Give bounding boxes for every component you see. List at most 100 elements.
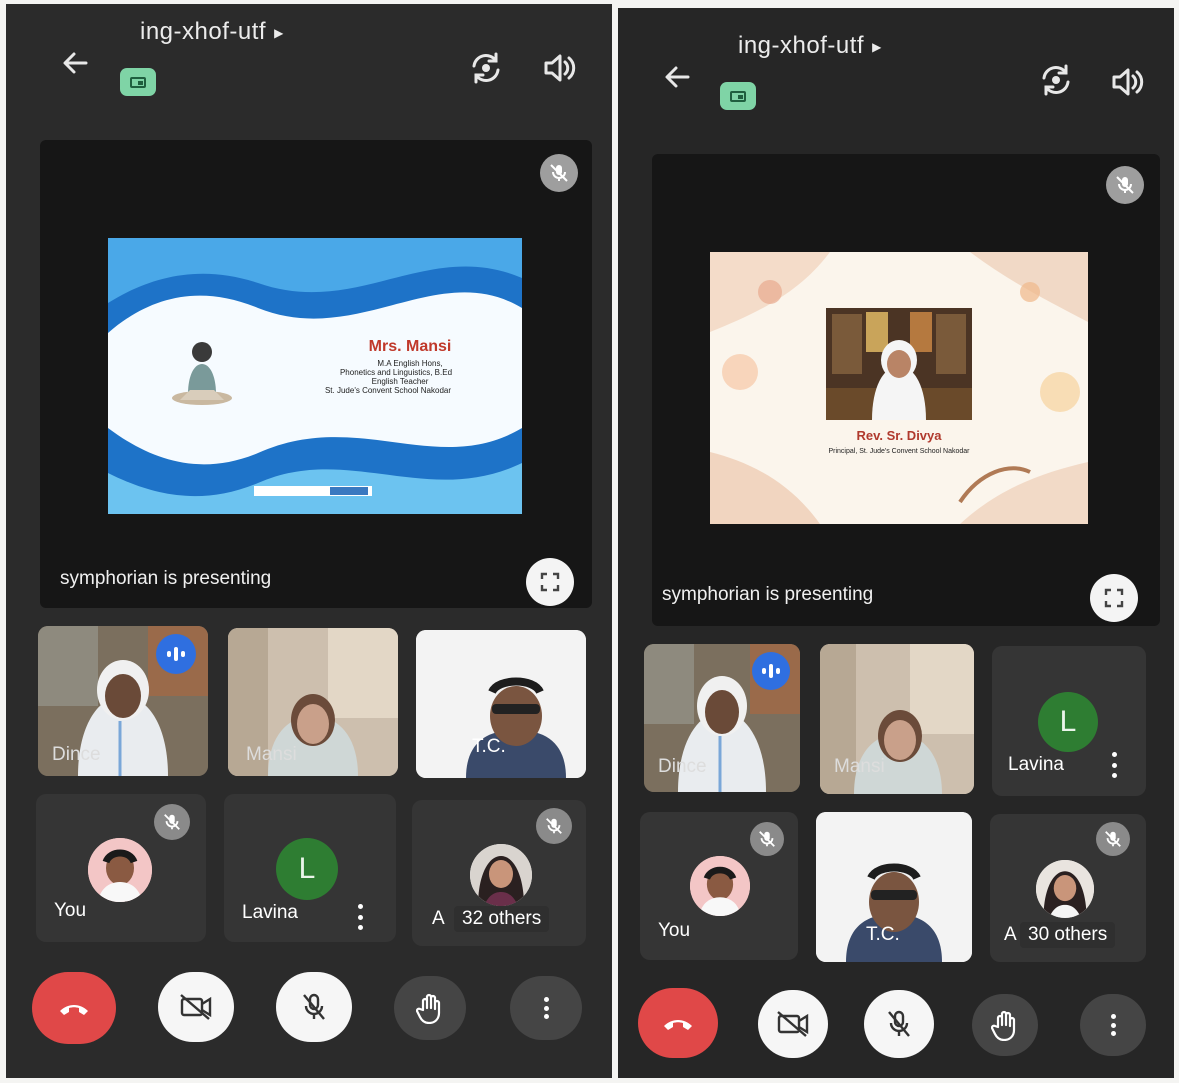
meeting-code-text: ing-xhof-utf — [738, 32, 865, 59]
participant-tile-dince[interactable]: Dince — [38, 626, 208, 776]
slide-line-2: Phonetics and Linguistics, B.Ed — [339, 368, 453, 377]
avatar-initial: L — [276, 838, 338, 900]
more-options-icon — [1109, 1014, 1117, 1036]
participant-name: T.C. — [866, 924, 900, 945]
raise-hand-icon — [991, 1010, 1016, 1041]
camera-off-icon — [180, 994, 212, 1020]
others-prefix: A — [1004, 924, 1017, 945]
slide-portrait — [166, 334, 238, 406]
participant-tile-lavina[interactable]: L Lavina — [992, 646, 1146, 796]
raise-hand-button[interactable] — [394, 976, 466, 1040]
speaking-indicator-icon — [752, 652, 790, 690]
slide-line-1: M.A English Hons, — [377, 359, 443, 368]
presenting-status: symphorian is presenting — [662, 584, 874, 605]
fullscreen-button[interactable] — [526, 558, 574, 606]
mic-off-icon — [888, 1010, 910, 1037]
back-arrow-icon[interactable] — [60, 48, 90, 84]
meeting-code-text: ing-xhof-utf — [140, 18, 267, 45]
mic-toggle-button[interactable] — [864, 990, 934, 1058]
others-count: 30 others — [1020, 922, 1116, 948]
end-call-button[interactable] — [638, 988, 718, 1058]
back-arrow-icon[interactable] — [662, 62, 692, 98]
participant-name: You — [658, 920, 691, 941]
camera-toggle-button[interactable] — [158, 972, 234, 1042]
mic-off-icon — [750, 822, 784, 856]
slide-line-3: English Teacher — [371, 377, 429, 386]
mic-off-icon — [540, 154, 578, 192]
participant-name: Mansi — [834, 756, 885, 777]
presenting-status: symphorian is presenting — [60, 568, 272, 589]
meet-screen-right: ing-xhof-utf ▶ Rev. Sr. Divya Principal,… — [618, 8, 1174, 1078]
others-count: 32 others — [454, 906, 550, 932]
slide-line-4: St. Jude's Convent School Nakodar — [324, 386, 452, 395]
slide-photo — [826, 308, 972, 420]
fullscreen-icon — [540, 572, 560, 592]
more-options-button[interactable] — [1080, 994, 1146, 1056]
participant-tile-others[interactable]: A 32 others — [412, 800, 586, 946]
participant-tile-tc[interactable]: T.C. — [416, 630, 586, 778]
chevron-right-icon: ▶ — [274, 25, 284, 40]
participant-tile-you[interactable]: You — [36, 794, 206, 942]
mic-off-icon — [303, 993, 325, 1020]
speaker-icon[interactable] — [1108, 64, 1148, 104]
meeting-code[interactable]: ing-xhof-utf ▶ — [738, 32, 882, 60]
participant-name: You — [54, 900, 87, 921]
slide-presenter-name: Mrs. Mansi — [368, 338, 452, 355]
participant-name: Mansi — [246, 744, 297, 765]
top-bar: ing-xhof-utf ▶ — [6, 4, 612, 124]
slide-presenter-name: Rev. Sr. Divya — [856, 428, 942, 443]
raise-hand-button[interactable] — [972, 994, 1038, 1056]
slide-text-block: Mrs. Mansi M.A English Hons, Phonetics a… — [258, 338, 518, 395]
meet-screen-left: ing-xhof-utf ▶ Mrs. Mansi M.A English Ho… — [6, 4, 612, 1078]
end-call-icon — [664, 1020, 692, 1030]
participant-tile-dince[interactable]: Dince — [644, 644, 800, 792]
participant-tile-others[interactable]: A 30 others — [990, 814, 1146, 962]
camera-off-icon — [777, 1011, 809, 1037]
others-prefix: A — [432, 908, 445, 929]
switch-camera-icon[interactable] — [466, 48, 506, 88]
more-options-button[interactable] — [510, 976, 582, 1040]
mic-off-icon — [536, 808, 572, 844]
participant-tile-tc[interactable]: T.C. — [816, 812, 972, 962]
switch-camera-icon[interactable] — [1036, 60, 1076, 100]
shared-slide: Mrs. Mansi M.A English Hons, Phonetics a… — [108, 238, 522, 514]
mic-off-icon — [154, 804, 190, 840]
avatar — [470, 844, 532, 906]
avatar — [88, 838, 152, 902]
cast-icon[interactable] — [120, 68, 156, 96]
speaker-icon[interactable] — [540, 50, 580, 90]
raise-hand-icon — [416, 993, 441, 1024]
participant-name: Lavina — [242, 902, 298, 923]
screenshot: ing-xhof-utf ▶ Mrs. Mansi M.A English Ho… — [0, 0, 1179, 1083]
participant-tile-you[interactable]: You — [640, 812, 798, 960]
end-call-icon — [60, 1005, 88, 1015]
participant-name: Dince — [52, 744, 101, 765]
participant-name: Lavina — [1008, 754, 1064, 775]
presentation-stage: Mrs. Mansi M.A English Hons, Phonetics a… — [40, 140, 592, 608]
top-bar: ing-xhof-utf ▶ — [618, 8, 1174, 128]
mic-off-icon — [1106, 166, 1144, 204]
fullscreen-icon — [1104, 588, 1124, 608]
meeting-code[interactable]: ing-xhof-utf ▶ — [140, 18, 284, 46]
more-options-icon[interactable] — [1110, 752, 1118, 778]
participant-tile-lavina[interactable]: L Lavina — [224, 794, 396, 942]
cast-icon[interactable] — [720, 82, 756, 110]
participant-name: Dince — [658, 756, 707, 777]
mic-toggle-button[interactable] — [276, 972, 352, 1042]
slide-line-1: Principal, St. Jude's Convent School Nak… — [828, 448, 970, 455]
mic-off-icon — [1096, 822, 1130, 856]
participant-name: T.C. — [472, 736, 506, 757]
avatar — [690, 856, 750, 916]
camera-toggle-button[interactable] — [758, 990, 828, 1058]
more-options-icon[interactable] — [356, 904, 364, 930]
avatar-initial: L — [1038, 692, 1098, 752]
shared-slide: Rev. Sr. Divya Principal, St. Jude's Con… — [710, 252, 1088, 524]
speaking-indicator-icon — [156, 634, 196, 674]
end-call-button[interactable] — [32, 972, 116, 1044]
participant-tile-mansi[interactable]: Mansi — [228, 628, 398, 776]
more-options-icon — [542, 997, 550, 1019]
avatar — [1036, 860, 1094, 918]
participant-tile-mansi[interactable]: Mansi — [820, 644, 974, 794]
presentation-stage: Rev. Sr. Divya Principal, St. Jude's Con… — [652, 154, 1160, 626]
fullscreen-button[interactable] — [1090, 574, 1138, 622]
